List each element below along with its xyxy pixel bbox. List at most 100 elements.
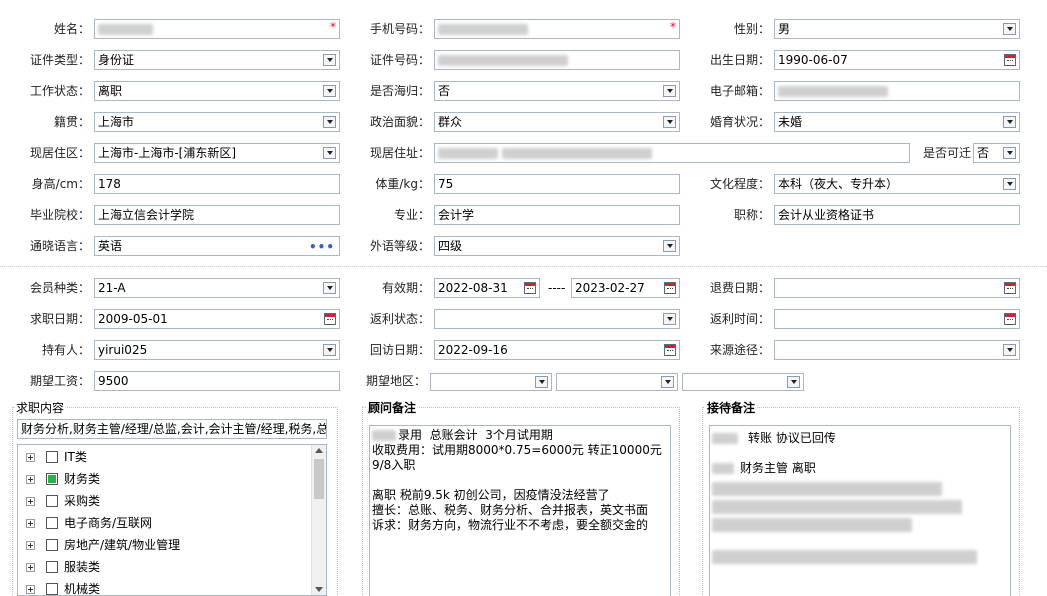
salary-value: 9500 [98,374,129,388]
calendar-icon[interactable] [1004,313,1016,325]
region-select-3[interactable] [682,373,804,391]
political-select[interactable]: 群众 [434,112,680,132]
chevron-down-icon[interactable] [323,116,336,128]
tree-scrollbar[interactable] [311,445,326,595]
checkbox[interactable] [46,561,58,573]
idtype-select[interactable]: 身份证 [94,50,340,70]
weight-label: 体重/kg： [375,177,430,191]
chevron-down-icon[interactable] [663,240,676,252]
checkbox[interactable] [46,583,58,595]
expand-icon[interactable] [26,541,35,550]
job-date-field[interactable]: 2009-05-01 [94,309,340,329]
gender-select[interactable]: 男 [774,19,1020,39]
valid-to-field[interactable]: 2023-02-27 [571,278,680,298]
member-type-select[interactable]: 21-A [94,278,340,298]
chevron-down-icon[interactable] [323,147,336,159]
calendar-icon[interactable] [524,282,536,294]
idnum-field[interactable] [434,50,680,70]
member-type-value: 21-A [98,281,126,295]
reception-note-textarea[interactable]: 转账 协议已回传 财务主管 离职 [709,425,1011,596]
chevron-down-icon[interactable] [663,85,676,97]
checkbox[interactable] [46,539,58,551]
marital-label: 婚育状况： [709,115,770,129]
residence-addr-field[interactable] [434,143,910,163]
name-field[interactable]: * [94,19,340,39]
scroll-up-icon[interactable] [315,448,323,453]
education-select[interactable]: 本科（夜大、专升本） [774,174,1020,194]
valid-to-value: 2023-02-27 [575,281,645,295]
checkbox-checked[interactable] [46,473,58,485]
job-category-tree[interactable]: IT类 财务类 采购类 电子商务/互联网 房地产/建筑/物业管理 服装类 机械类 [17,444,327,596]
chevron-down-icon[interactable] [1003,178,1016,190]
visit-date-value: 2022-09-16 [438,343,508,357]
checkbox[interactable] [46,451,58,463]
expand-icon[interactable] [26,519,35,528]
foreign-level-label: 外语等级： [369,239,430,253]
native-select[interactable]: 上海市 [94,112,340,132]
expand-icon[interactable] [26,585,35,594]
major-field[interactable]: 会计学 [434,205,680,225]
checkbox[interactable] [46,495,58,507]
expand-icon[interactable] [26,475,35,484]
language-field[interactable]: 英语 ••• [94,236,340,256]
valid-from-field[interactable]: 2022-08-31 [434,278,540,298]
chevron-down-icon[interactable] [1003,116,1016,128]
chevron-down-icon[interactable] [535,376,548,388]
holder-select[interactable]: yirui025 [94,340,340,360]
phone-field[interactable]: * [434,19,680,39]
chevron-down-icon[interactable] [323,54,336,66]
school-field[interactable]: 上海立信会计学院 [94,205,340,225]
chevron-down-icon[interactable] [663,116,676,128]
expand-icon[interactable] [26,563,35,572]
weight-field[interactable]: 75 [434,174,680,194]
redacted [372,430,396,441]
source-select[interactable] [774,340,1020,360]
title-field[interactable]: 会计从业资格证书 [774,205,1020,225]
calendar-icon[interactable] [1004,282,1016,294]
region-select-1[interactable] [430,373,552,391]
expand-icon[interactable] [26,497,35,506]
rebate-status-select[interactable] [434,309,680,329]
residence-area-label: 现居住区： [29,146,90,160]
scroll-down-icon[interactable] [315,587,323,592]
chevron-down-icon[interactable] [787,376,800,388]
region-select-2[interactable] [556,373,678,391]
rebate-time-field[interactable] [774,309,1020,329]
note-line: 离职 税前9.5k 初创公司，因疫情没法经营了 [372,488,610,502]
salary-field[interactable]: 9500 [94,371,340,391]
refund-date-field[interactable] [774,278,1020,298]
job-content-summary-field[interactable]: 财务分析,财务主管/经理/总监,会计,会计主管/经理,税务,总 [17,419,327,439]
calendar-icon[interactable] [664,282,676,294]
birth-date-field[interactable]: 1990-06-07 [774,50,1020,70]
calendar-icon[interactable] [1004,54,1016,66]
height-value: 178 [98,177,121,191]
returnee-select[interactable]: 否 [434,81,680,101]
height-field[interactable]: 178 [94,174,340,194]
workstatus-select[interactable]: 离职 [94,81,340,101]
residence-area-select[interactable]: 上海市-上海市-[浦东新区] [94,143,340,163]
foreign-level-select[interactable]: 四级 [434,236,680,256]
major-label: 专业： [393,208,430,222]
scroll-thumb[interactable] [314,459,324,499]
checkbox[interactable] [46,517,58,529]
email-value-redacted [778,86,888,97]
chevron-down-icon[interactable] [663,313,676,325]
calendar-icon[interactable] [324,313,336,325]
chevron-down-icon[interactable] [323,282,336,294]
expand-icon[interactable] [26,453,35,462]
chevron-down-icon[interactable] [661,376,674,388]
marital-select[interactable]: 未婚 [774,112,1020,132]
relocate-select[interactable]: 否 [973,143,1020,163]
chevron-down-icon[interactable] [323,344,336,356]
chevron-down-icon[interactable] [1003,344,1016,356]
chevron-down-icon[interactable] [1003,147,1016,159]
idnum-label: 证件号码： [369,53,430,67]
consultant-note-textarea[interactable]: 录用 总账会计 3个月试用期 收取费用：试用期8000*0.75=6000元 转正… [369,425,671,596]
chevron-down-icon[interactable] [1003,23,1016,35]
more-icon[interactable]: ••• [309,238,335,255]
visit-date-field[interactable]: 2022-09-16 [434,340,680,360]
calendar-icon[interactable] [664,344,676,356]
chevron-down-icon[interactable] [323,85,336,97]
email-field[interactable] [774,81,1020,101]
member-type-label: 会员种类： [29,281,90,295]
